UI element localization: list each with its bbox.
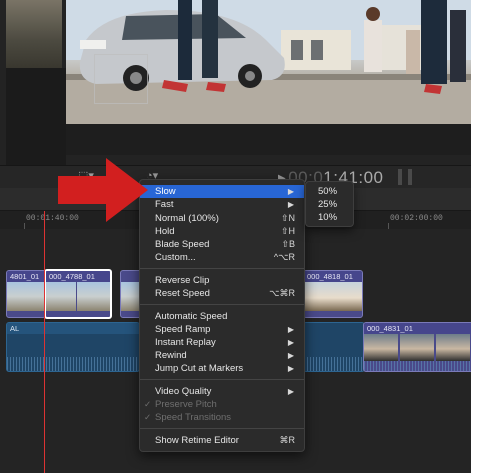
- checkmark-icon: ✓: [144, 399, 152, 409]
- menu-shortcut: ⌥⌘R: [269, 288, 295, 298]
- menu-item-label: Preserve Pitch: [155, 399, 217, 410]
- menu-item-rewind[interactable]: Rewind ▶: [140, 349, 304, 362]
- menu-shortcut: ^⌥R: [273, 252, 295, 262]
- audio-waveform: [7, 357, 139, 371]
- menu-separator: [140, 379, 304, 380]
- menu-shortcut: ⇧H: [280, 226, 295, 236]
- menu-item-label: Video Quality: [155, 386, 212, 397]
- menu-item-speed-transitions: ✓ Speed Transitions: [140, 411, 304, 424]
- submenu-arrow-icon: ▶: [287, 387, 294, 396]
- menu-item-speed-ramp[interactable]: Speed Ramp ▶: [140, 323, 304, 336]
- transform-box[interactable]: [94, 54, 148, 104]
- clip-name: 4801_01: [7, 271, 45, 282]
- audio-clip[interactable]: [303, 322, 365, 372]
- retime-menu: Slow ▶ Fast ▶ Normal (100%) ⇧N Hold ⇧H B…: [139, 179, 305, 452]
- ruler-label-right: 00:02:00:00: [390, 214, 443, 223]
- playhead[interactable]: [44, 211, 45, 473]
- clip-name: 000_4788_01: [46, 271, 110, 282]
- red-arrow-annotation: [58, 158, 148, 222]
- menu-item-label: Automatic Speed: [155, 311, 228, 322]
- clip-thumbnail: [77, 282, 110, 311]
- submenu-item-50[interactable]: 50%: [318, 186, 337, 197]
- menu-separator: [140, 268, 304, 269]
- audio-waveform: [304, 357, 364, 371]
- clip-thumbnail: [7, 282, 45, 311]
- menu-item-label: Jump Cut at Markers: [155, 363, 244, 374]
- checkmark-icon: ✓: [144, 412, 152, 422]
- menu-item-show-retime-editor[interactable]: Show Retime Editor ⌘R: [140, 434, 304, 447]
- menu-item-reset-speed[interactable]: Reset Speed ⌥⌘R: [140, 287, 304, 300]
- menu-item-video-quality[interactable]: Video Quality ▶: [140, 385, 304, 398]
- menu-item-blade-speed[interactable]: Blade Speed ⇧B: [140, 238, 304, 251]
- menu-item-label: Speed Transitions: [155, 412, 232, 423]
- clip-thumbnail: [400, 334, 434, 361]
- menu-item-label: Reverse Clip: [155, 275, 210, 286]
- submenu-arrow-icon: ▶: [287, 187, 294, 196]
- menu-shortcut: ⇧N: [280, 213, 295, 223]
- menu-separator: [140, 304, 304, 305]
- menu-item-label: Fast: [155, 199, 174, 210]
- final-cut-window: ⬚▾ ◔▾ ▶00:01:41:00 00:01:40:00 00:02:00:…: [0, 0, 471, 473]
- clip-thumbnail: [364, 334, 398, 361]
- menu-item-label: Show Retime Editor: [155, 435, 239, 446]
- submenu-arrow-icon: ▶: [287, 351, 294, 360]
- menu-shortcut: ⌘R: [279, 435, 296, 445]
- menu-separator: [140, 428, 304, 429]
- video-clip[interactable]: 4801_01: [6, 270, 46, 318]
- menu-item-normal[interactable]: Normal (100%) ⇧N: [140, 212, 304, 225]
- menu-item-automatic-speed[interactable]: Automatic Speed: [140, 310, 304, 323]
- slow-submenu: 50% 25% 10%: [305, 181, 354, 227]
- menu-item-label: Slow: [155, 186, 176, 197]
- audio-meters-icon[interactable]: [398, 169, 412, 185]
- audio-clip[interactable]: AL: [6, 322, 140, 372]
- submenu-item-10[interactable]: 10%: [318, 212, 337, 223]
- clip-thumbnail: [121, 282, 141, 311]
- menu-item-jump-cut[interactable]: Jump Cut at Markers ▶: [140, 362, 304, 375]
- submenu-arrow-icon: ▶: [287, 364, 294, 373]
- submenu-arrow-icon: ▶: [287, 200, 294, 209]
- menu-item-label: Rewind: [155, 350, 187, 361]
- video-clip[interactable]: 000_4831_01: [363, 322, 471, 372]
- clip-name: AL: [7, 323, 139, 334]
- video-clip-selected[interactable]: 000_4788_01: [44, 269, 112, 319]
- browser-thumbnail[interactable]: [6, 0, 62, 68]
- menu-shortcut: ⇧B: [281, 239, 295, 249]
- menu-item-custom[interactable]: Custom... ^⌥R: [140, 251, 304, 264]
- menu-item-slow[interactable]: Slow ▶: [140, 185, 304, 198]
- menu-item-label: Normal (100%): [155, 213, 219, 224]
- menu-item-fast[interactable]: Fast ▶: [140, 198, 304, 211]
- clip-name: 000_4831_01: [364, 323, 471, 334]
- audio-waveform: [364, 361, 471, 371]
- clip-thumbnail: [46, 282, 76, 311]
- submenu-item-25[interactable]: 25%: [318, 199, 337, 210]
- menu-item-hold[interactable]: Hold ⇧H: [140, 225, 304, 238]
- clip-thumbnail: [436, 334, 470, 361]
- submenu-arrow-icon: ▶: [287, 338, 294, 347]
- menu-item-label: Instant Replay: [155, 337, 216, 348]
- submenu-arrow-icon: ▶: [287, 325, 294, 334]
- menu-item-preserve-pitch: ✓ Preserve Pitch: [140, 398, 304, 411]
- menu-item-label: Hold: [155, 226, 175, 237]
- clip-name: 000_4818_01: [304, 271, 362, 282]
- menu-item-instant-replay[interactable]: Instant Replay ▶: [140, 336, 304, 349]
- menu-item-label: Reset Speed: [155, 288, 210, 299]
- clip-thumbnail: [304, 282, 362, 311]
- menu-item-label: Speed Ramp: [155, 324, 211, 335]
- video-clip[interactable]: 000_4818_01: [303, 270, 363, 318]
- menu-item-label: Blade Speed: [155, 239, 210, 250]
- menu-item-reverse-clip[interactable]: Reverse Clip: [140, 274, 304, 287]
- viewer-controls-area: [66, 124, 471, 155]
- menu-item-label: Custom...: [155, 252, 196, 263]
